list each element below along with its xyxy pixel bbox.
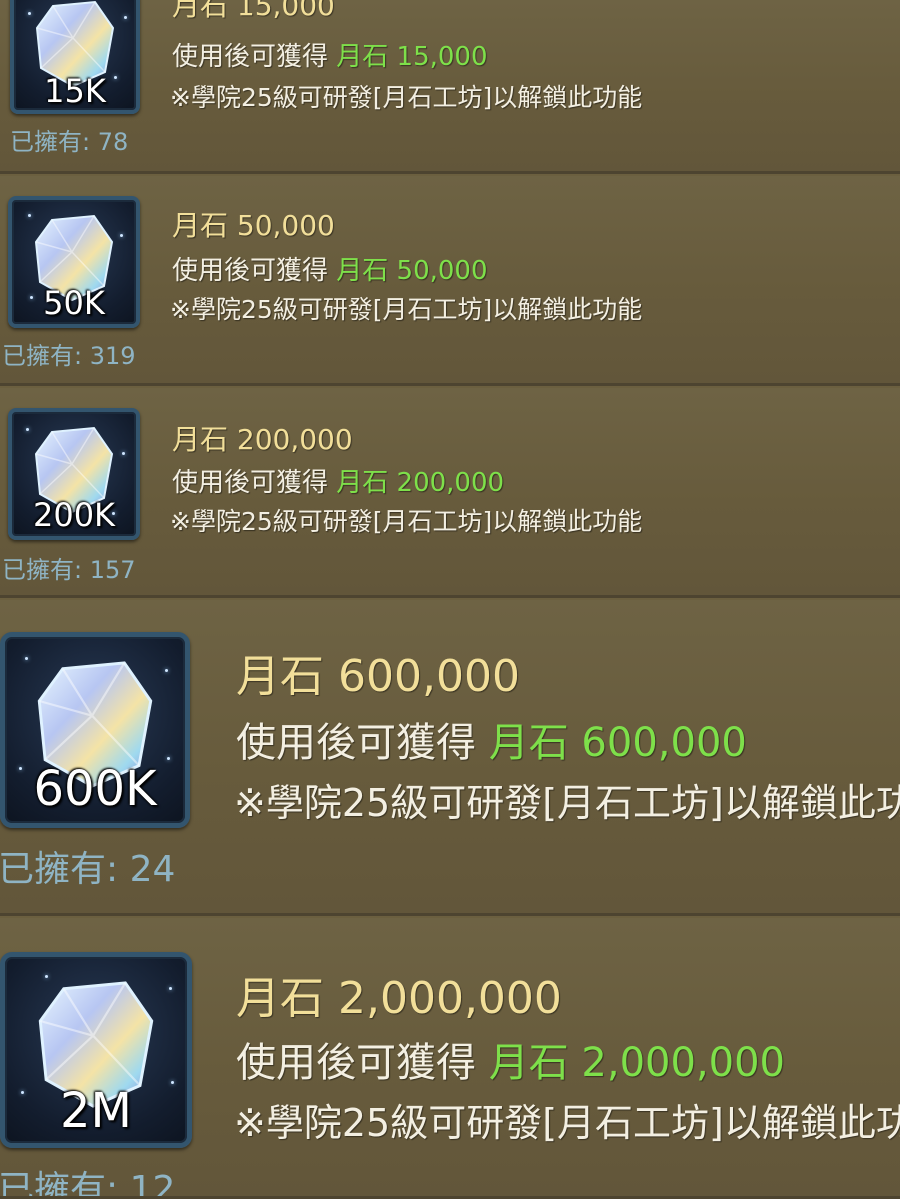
moonstone-item-icon[interactable]: 200K — [8, 408, 140, 540]
owned-count: 已擁有: 12 — [0, 1169, 176, 1199]
unlock-note: ※學院25級可研發[月石工坊]以解鎖此功能 — [234, 781, 900, 825]
item-title: 月石 2,000,000 — [236, 973, 562, 1024]
use-effect-prefix: 使用後可獲得 — [236, 720, 476, 766]
item-quantity-label: 2M — [60, 1083, 132, 1139]
use-effect-prefix: 使用後可獲得 — [172, 256, 329, 286]
item-title: 月石 600,000 — [236, 651, 520, 702]
item-row-moonstone-2m[interactable]: 2M 已擁有: 12 月石 2,000,000 使用後可獲得 月石 2,000,… — [0, 918, 900, 1199]
item-use-effect: 使用後可獲得 月石 50,000 — [172, 250, 488, 287]
use-effect-reward: 月石 200,000 — [336, 468, 505, 498]
item-row-moonstone-50k[interactable]: 50K 已擁有: 319 月石 50,000 使用後可獲得 月石 50,000 … — [0, 176, 900, 386]
moonstone-item-icon[interactable]: 600K — [0, 632, 190, 828]
moonstone-item-icon[interactable]: 15K — [10, 0, 140, 114]
unlock-note: ※學院25級可研發[月石工坊]以解鎖此功能 — [170, 83, 643, 112]
unlock-note: ※學院25級可研發[月石工坊]以解鎖此功能 — [170, 507, 643, 536]
item-row-moonstone-200k[interactable]: 200K 已擁有: 157 月石 200,000 使用後可獲得 月石 200,0… — [0, 388, 900, 598]
item-use-effect: 使用後可獲得 月石 2,000,000 — [236, 1030, 785, 1088]
use-effect-reward: 月石 15,000 — [336, 42, 488, 72]
moonstone-item-icon[interactable]: 50K — [8, 196, 140, 328]
item-quantity-label: 15K — [44, 72, 106, 110]
unlock-note: ※學院25級可研發[月石工坊]以解鎖此功能 — [170, 295, 643, 324]
item-quantity-label: 600K — [33, 761, 157, 817]
item-use-effect: 使用後可獲得 月石 200,000 — [172, 462, 504, 499]
item-quantity-label: 200K — [32, 496, 116, 534]
owned-count: 已擁有: 24 — [0, 849, 176, 890]
item-quantity-label: 50K — [43, 284, 105, 322]
use-effect-reward: 月石 2,000,000 — [488, 1040, 786, 1086]
owned-count: 已擁有: 78 — [10, 128, 129, 156]
unlock-note: ※學院25級可研發[月石工坊]以解鎖此功能 — [234, 1101, 900, 1145]
moonstone-item-icon[interactable]: 2M — [0, 952, 192, 1148]
use-effect-reward: 月石 600,000 — [488, 720, 747, 766]
owned-count: 已擁有: 157 — [2, 556, 136, 584]
use-effect-prefix: 使用後可獲得 — [236, 1040, 476, 1086]
item-row-moonstone-15k[interactable]: 15K 已擁有: 78 月石 15,000 使用後可獲得 月石 15,000 ※… — [0, 0, 900, 174]
item-title: 月石 50,000 — [172, 209, 335, 242]
item-use-effect: 使用後可獲得 月石 15,000 — [172, 36, 488, 73]
owned-count: 已擁有: 319 — [2, 342, 136, 370]
item-title: 月石 15,000 — [172, 0, 335, 22]
use-effect-prefix: 使用後可獲得 — [172, 42, 329, 72]
item-title: 月石 200,000 — [172, 423, 353, 456]
item-use-effect: 使用後可獲得 月石 600,000 — [236, 710, 747, 768]
item-row-moonstone-600k[interactable]: 600K 已擁有: 24 月石 600,000 使用後可獲得 月石 600,00… — [0, 600, 900, 916]
use-effect-prefix: 使用後可獲得 — [172, 468, 329, 498]
use-effect-reward: 月石 50,000 — [336, 256, 488, 286]
